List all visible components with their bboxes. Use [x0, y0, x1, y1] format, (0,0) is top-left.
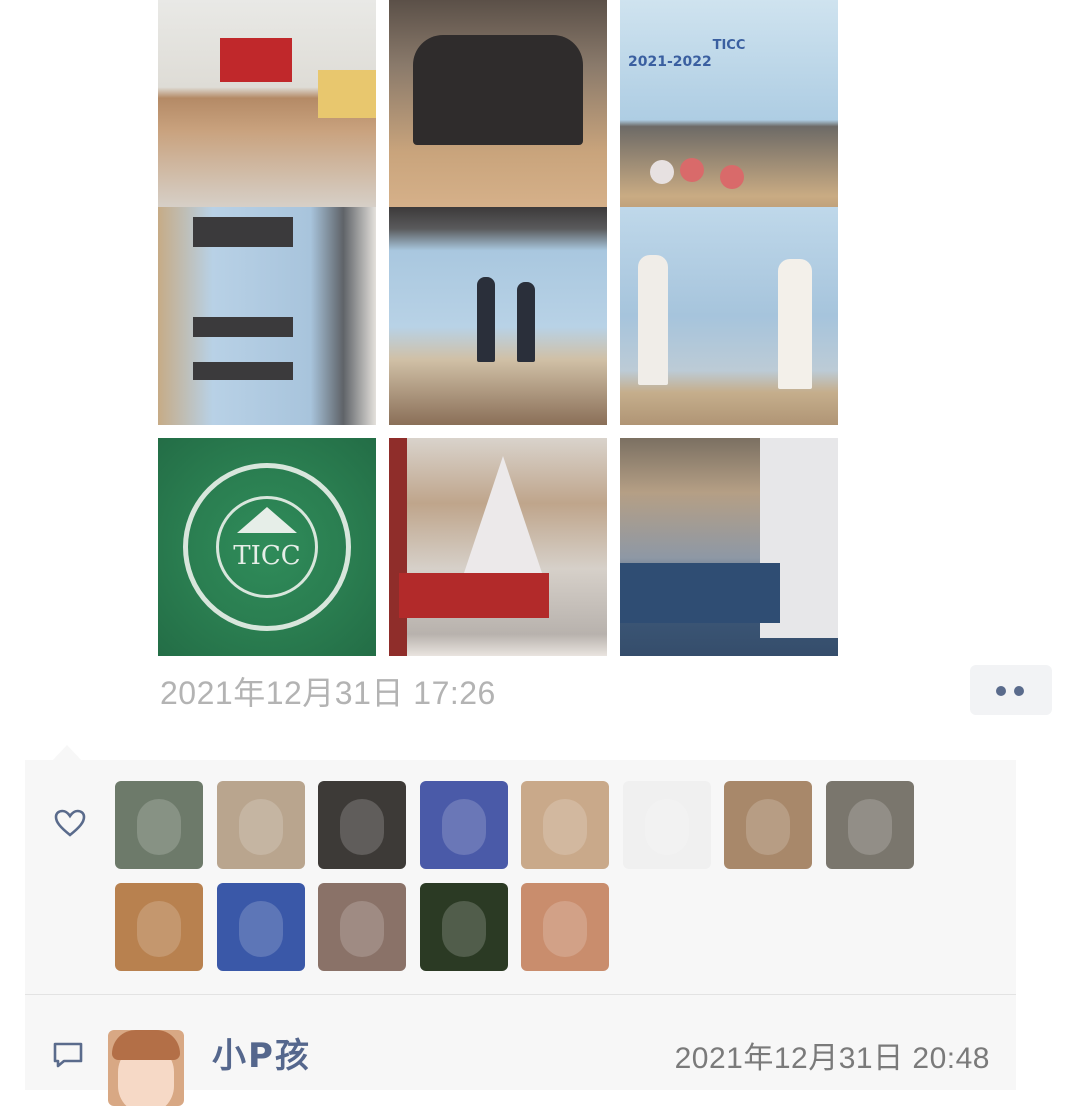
more-dot-icon [1014, 686, 1024, 696]
avatar-7[interactable] [724, 781, 812, 869]
avatar-figure [137, 799, 181, 855]
people-shape [193, 217, 293, 247]
photo-hosts-on-stage[interactable] [389, 207, 607, 425]
people-shape [193, 317, 293, 337]
photo-dance-line[interactable] [389, 0, 607, 218]
photo-stage-screen[interactable]: TICC 2021-2022 [620, 0, 838, 218]
mountain-icon [237, 507, 297, 533]
drinks-shape [220, 38, 292, 82]
photo-performers[interactable] [620, 207, 838, 425]
more-button[interactable] [970, 665, 1052, 715]
host-shape [477, 277, 495, 362]
performer-shape [638, 255, 668, 385]
balloon-shape [680, 158, 704, 182]
more-dot-icon [996, 686, 1006, 696]
avatar-figure [441, 799, 486, 855]
avatar-figure [340, 901, 384, 957]
avatar-8[interactable] [825, 781, 914, 869]
people-shape [193, 362, 293, 380]
roof-shape [620, 563, 780, 623]
avatar-10[interactable] [216, 883, 305, 971]
avatar-3[interactable] [318, 781, 406, 869]
avatar-12[interactable] [419, 883, 508, 971]
photo-rooftop-sky[interactable] [620, 438, 838, 656]
heart-icon [54, 809, 86, 837]
seal-outer-ring: TICC [183, 463, 351, 631]
host-shape [517, 282, 535, 362]
people-shape [413, 35, 583, 145]
avatar-5[interactable] [521, 781, 609, 869]
avatar-figure [137, 901, 181, 957]
photo-rotated-stage[interactable] [158, 207, 376, 425]
screen-text-2: 2021-2022 [628, 54, 712, 70]
post-timestamp: 2021年12月31日 17:26 [160, 675, 496, 711]
panel-divider [25, 994, 1016, 995]
balloon-shape [720, 165, 744, 189]
christmas-tree-shape [463, 456, 543, 576]
avatar-1[interactable] [115, 781, 203, 869]
avatar-figure [543, 901, 587, 957]
avatar-11[interactable] [318, 883, 406, 971]
avatar-figure [847, 799, 892, 855]
photo-snack-table[interactable] [158, 0, 376, 218]
screen-text-1: TICC [712, 38, 746, 53]
avatar-hair [112, 1030, 180, 1060]
avatar-13[interactable] [521, 883, 609, 971]
avatar-figure [441, 901, 486, 957]
avatar-6[interactable] [622, 781, 711, 869]
comment-icon [53, 1042, 83, 1068]
comment-author-name[interactable]: 小P孩 [212, 1028, 311, 1077]
balloon-shape [650, 160, 674, 184]
avatar-2[interactable] [216, 781, 305, 869]
comment-time: 2021年12月31日 20:48 [674, 1042, 990, 1075]
cups-shape [318, 70, 376, 118]
avatar-figure [238, 901, 283, 957]
seal-text: TICC [233, 541, 301, 571]
avatar-figure [746, 799, 790, 855]
avatar-9[interactable] [115, 883, 203, 971]
curtain-shape [389, 438, 407, 656]
photo-ticc-seal[interactable]: TICC [158, 438, 376, 656]
comment-author-avatar[interactable] [108, 1030, 184, 1106]
panel-arrow [52, 745, 82, 761]
avatar-figure [543, 799, 587, 855]
avatar-4[interactable] [419, 781, 508, 869]
photo-grid: TICC 2021-2022 TICC [158, 0, 838, 656]
avatar-figure [238, 799, 283, 855]
seal-inner-ring: TICC [216, 496, 318, 598]
avatar-figure [644, 799, 689, 855]
gifts-shape [399, 573, 549, 618]
avatar-figure [340, 799, 384, 855]
photo-christmas-tree[interactable] [389, 438, 607, 656]
performer-shape [778, 259, 812, 389]
